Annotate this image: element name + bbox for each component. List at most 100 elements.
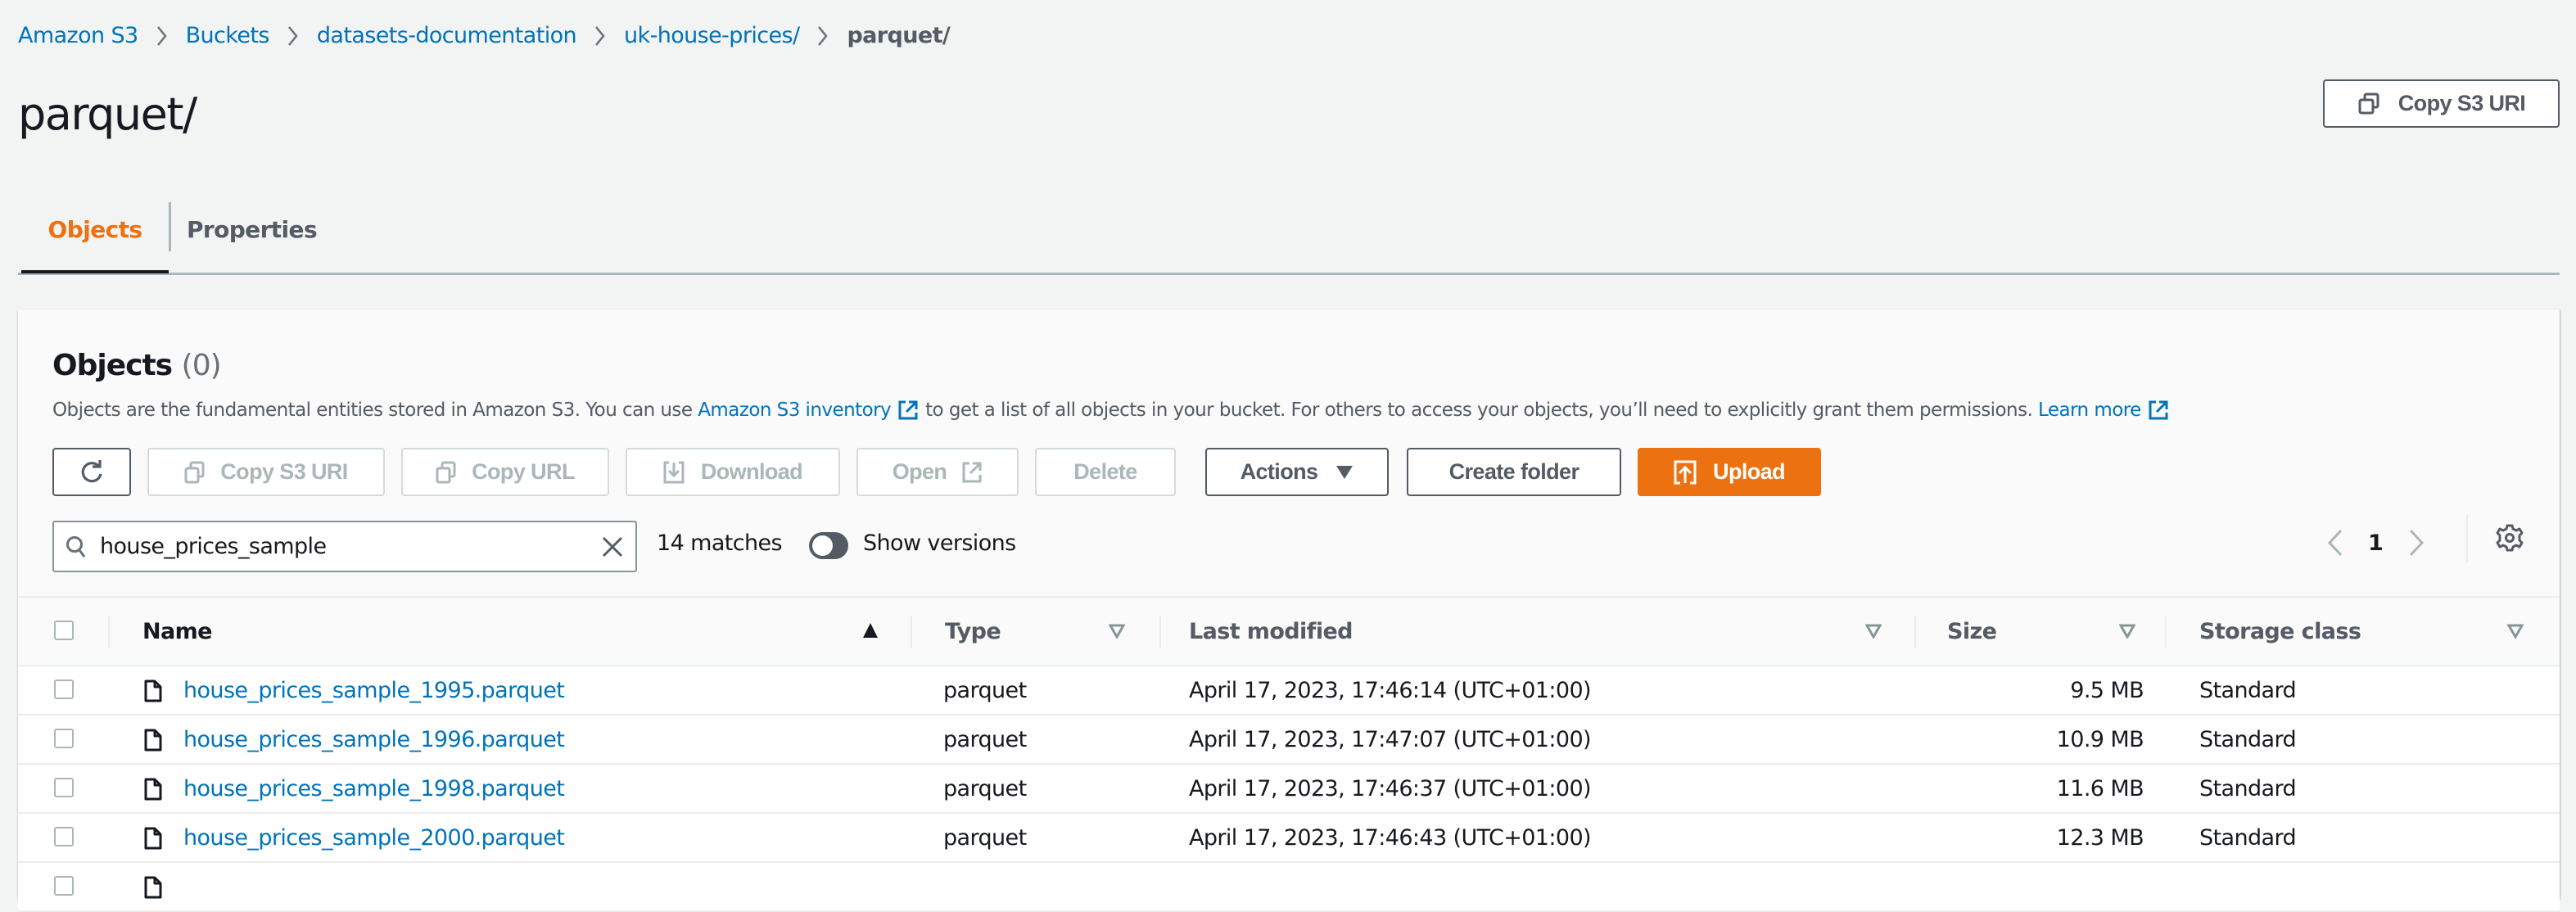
clear-search-button[interactable] (601, 535, 624, 558)
objects-title-text: Objects (52, 349, 173, 382)
delete-button[interactable]: Delete (1035, 448, 1176, 496)
column-last-modified-label: Last modified (1189, 618, 1354, 644)
objects-panel: Objects (0) Objects are the fundamental … (18, 309, 2560, 912)
object-name-cell: house_prices_sample_1996.parquet (183, 716, 565, 763)
download-icon (663, 461, 685, 483)
chevron-right-icon (595, 25, 605, 46)
chevron-right-icon (818, 25, 829, 46)
column-header-name[interactable]: Name (142, 598, 912, 665)
search-field (52, 521, 637, 572)
objects-description: Objects are the fundamental entities sto… (52, 400, 2176, 421)
create-folder-button[interactable]: Create folder (1407, 448, 1621, 496)
sort-icon (1865, 624, 1882, 639)
column-type-label: Type (945, 618, 1001, 644)
object-last-modified-cell: April 17, 2023, 17:46:43 (UTC+01:00) (1189, 824, 1592, 851)
object-name-link[interactable]: house_prices_sample_1995.parquet (183, 678, 565, 703)
column-separator (2165, 616, 2167, 648)
upload-label: Upload (1713, 459, 1786, 484)
sort-icon (2507, 624, 2524, 639)
download-button[interactable]: Download (626, 448, 840, 496)
object-storage-class-cell: Standard (2199, 824, 2297, 851)
select-all-checkbox[interactable] (54, 621, 74, 640)
copy-s3-uri-toolbar-button[interactable]: Copy S3 URI (147, 448, 385, 496)
table-row[interactable]: house_prices_sample_1998.parquet parquet… (18, 765, 2560, 814)
tab-properties[interactable]: Properties (172, 188, 332, 270)
object-type-cell: parquet (943, 824, 1027, 851)
table-preferences-button[interactable] (2496, 524, 2524, 552)
search-matches-count: 14 matches (657, 530, 783, 556)
download-label: Download (700, 459, 803, 484)
next-page-button[interactable] (2408, 529, 2425, 557)
object-storage-class-cell: Standard (2199, 677, 2297, 703)
column-separator (108, 616, 110, 648)
file-icon (144, 679, 162, 702)
tab-properties-label: Properties (186, 215, 318, 243)
breadcrumb-bucket[interactable]: datasets-documentation (317, 23, 577, 48)
object-last-modified-cell: April 17, 2023, 17:46:37 (UTC+01:00) (1189, 775, 1592, 801)
row-checkbox[interactable] (54, 876, 74, 896)
tabs: Objects Properties (18, 188, 2560, 275)
object-name-cell: house_prices_sample_1998.parquet (183, 765, 565, 812)
object-name-cell: house_prices_sample_1995.parquet (183, 666, 565, 714)
object-type-cell: parquet (943, 677, 1027, 703)
description-text-1: Objects are the fundamental entities sto… (52, 400, 693, 421)
refresh-button[interactable] (52, 448, 131, 496)
object-name-link[interactable]: house_prices_sample_2000.parquet (183, 825, 565, 851)
breadcrumb-amazon-s3[interactable]: Amazon S3 (18, 23, 138, 48)
object-name-cell: house_prices_sample_2000.parquet (183, 814, 565, 861)
tab-objects[interactable]: Objects (21, 188, 169, 273)
row-checkbox[interactable] (54, 679, 74, 699)
column-header-type[interactable]: Type (945, 598, 1166, 665)
copy-icon (2358, 93, 2379, 114)
breadcrumb-folder[interactable]: uk-house-prices/ (624, 23, 800, 48)
table-row[interactable]: house_prices_sample_1996.parquet parquet… (18, 716, 2560, 765)
caret-down-icon (1336, 465, 1354, 479)
show-versions-toggle[interactable] (809, 532, 848, 559)
row-checkbox[interactable] (54, 827, 74, 847)
previous-page-button[interactable] (2327, 529, 2343, 557)
s3-inventory-link[interactable]: Amazon S3 inventory (698, 400, 891, 421)
row-checkbox[interactable] (54, 778, 74, 797)
delete-label: Delete (1073, 459, 1137, 484)
chevron-right-icon (2409, 529, 2424, 557)
chevron-left-icon (2327, 529, 2343, 557)
object-last-modified-cell: April 17, 2023, 17:47:07 (UTC+01:00) (1189, 726, 1592, 752)
open-label: Open (892, 459, 947, 484)
table-row-partial[interactable] (18, 863, 2560, 912)
copy-icon (184, 461, 205, 483)
open-button[interactable]: Open (856, 448, 1019, 496)
active-tab-indicator (21, 270, 169, 273)
current-page[interactable]: 1 (2368, 530, 2384, 556)
actions-dropdown-button[interactable]: Actions (1205, 448, 1389, 496)
external-link-icon (2149, 400, 2168, 420)
object-storage-class-cell: Standard (2199, 726, 2297, 752)
sort-icon (1109, 624, 1125, 639)
sort-icon (2119, 624, 2135, 639)
object-name-link[interactable]: house_prices_sample_1998.parquet (183, 776, 565, 801)
pagination-divider (2466, 514, 2468, 562)
object-type-cell: parquet (943, 775, 1027, 801)
copy-url-label: Copy URL (472, 459, 575, 484)
column-header-last-modified[interactable]: Last modified (1189, 598, 1893, 665)
row-checkbox[interactable] (54, 729, 74, 748)
chevron-right-icon (156, 25, 167, 46)
object-size-cell: 12.3 MB (2056, 824, 2144, 851)
table-row[interactable]: house_prices_sample_2000.parquet parquet… (18, 814, 2560, 863)
search-input[interactable] (100, 530, 601, 563)
show-versions-label: Show versions (863, 530, 1016, 556)
object-storage-class-cell: Standard (2199, 775, 2297, 801)
copy-url-button[interactable]: Copy URL (401, 448, 609, 496)
table-row[interactable]: house_prices_sample_1995.parquet parquet… (18, 666, 2560, 716)
column-separator (1159, 616, 1161, 648)
file-icon (144, 778, 162, 801)
upload-button[interactable]: Upload (1638, 448, 1821, 496)
column-header-storage-class[interactable]: Storage class (2199, 598, 2527, 665)
copy-s3-uri-button[interactable]: Copy S3 URI (2323, 79, 2560, 128)
breadcrumb-buckets[interactable]: Buckets (186, 23, 270, 48)
tab-separator (169, 202, 171, 251)
actions-label: Actions (1240, 459, 1318, 484)
column-name-label: Name (142, 618, 212, 644)
learn-more-link[interactable]: Learn more (2038, 400, 2141, 421)
object-name-link[interactable]: house_prices_sample_1996.parquet (183, 727, 565, 752)
chevron-right-icon (287, 25, 298, 46)
